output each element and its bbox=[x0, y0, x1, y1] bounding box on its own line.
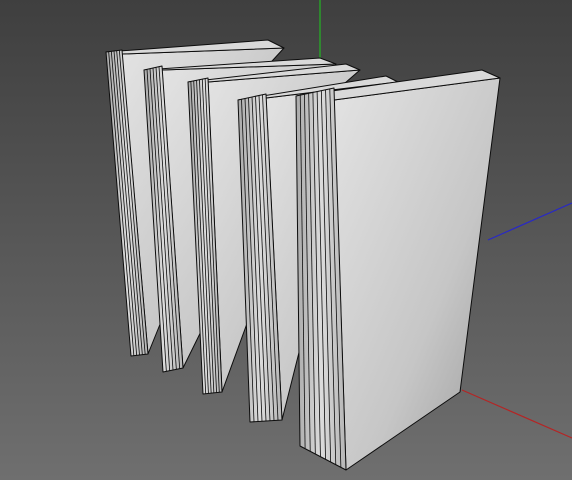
viewport-canvas[interactable] bbox=[0, 0, 572, 480]
3d-viewport[interactable] bbox=[0, 0, 572, 480]
